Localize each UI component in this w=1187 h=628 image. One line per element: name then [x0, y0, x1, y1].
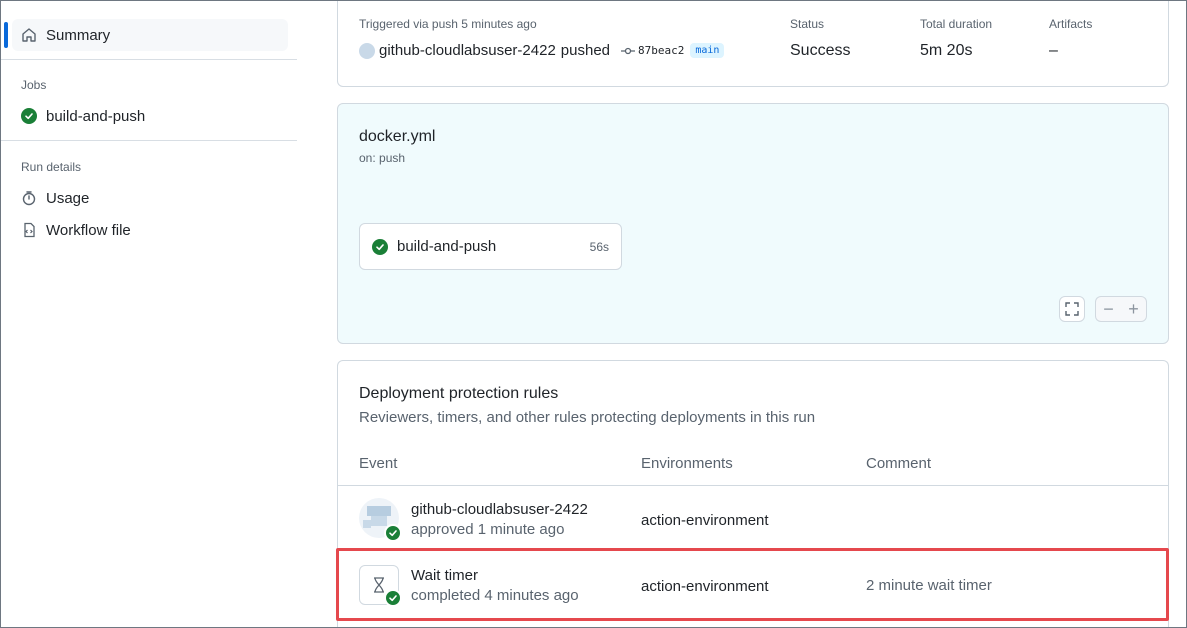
jobs-heading: Jobs	[21, 78, 47, 92]
table-row: github-cloudlabsuser-2422 approved 1 min…	[338, 486, 1168, 548]
sidebar-item-label: Summary	[46, 26, 111, 44]
column-header-comment: Comment	[866, 455, 932, 472]
section-title: Deployment protection rules	[359, 385, 559, 402]
run-details-heading: Run details	[21, 160, 82, 174]
job-duration: 56s	[589, 239, 609, 254]
sidebar-item-usage[interactable]: Usage	[12, 182, 288, 214]
artifacts-label: Artifacts	[1049, 17, 1093, 31]
run-summary-card: Triggered via push 5 minutes ago github-…	[337, 0, 1169, 87]
artifacts-value: –	[1049, 42, 1058, 59]
action-text: pushed	[560, 42, 611, 59]
column-header-environments: Environments	[641, 455, 733, 472]
highlight-box	[336, 548, 1169, 621]
divider	[0, 59, 297, 60]
workflow-trigger: on: push	[359, 151, 406, 165]
workflow-graph-card: docker.yml on: push build-and-push 56s −…	[337, 103, 1169, 344]
sidebar-item-label: Usage	[46, 189, 90, 207]
column-header-event: Event	[359, 455, 398, 472]
divider	[0, 140, 297, 141]
sidebar: Summary Jobs build-and-push Run details …	[0, 0, 297, 628]
sidebar-item-workflow-file[interactable]: Workflow file	[12, 214, 288, 246]
event-detail: approved 1 minute ago	[411, 521, 565, 538]
status-label: Status	[790, 17, 825, 31]
reviewer-name[interactable]: github-cloudlabsuser-2422	[411, 501, 588, 518]
section-subtitle: Reviewers, timers, and other rules prote…	[359, 409, 816, 426]
job-node[interactable]: build-and-push 56s	[359, 223, 622, 270]
home-icon	[20, 26, 38, 44]
trigger-text: Triggered via push 5 minutes ago	[359, 17, 537, 31]
branch-badge[interactable]: main	[690, 43, 725, 58]
zoom-in-button[interactable]: +	[1121, 296, 1147, 322]
file-code-icon	[20, 221, 38, 239]
sidebar-item-summary[interactable]: Summary	[12, 19, 288, 51]
duration-label: Total duration	[920, 17, 993, 31]
zoom-out-button[interactable]: −	[1095, 296, 1121, 322]
sidebar-item-label: Workflow file	[46, 221, 131, 239]
success-check-icon	[384, 524, 402, 542]
minus-icon: −	[1103, 298, 1114, 319]
sidebar-item-job[interactable]: build-and-push	[12, 100, 288, 132]
duration-value: 5m 20s	[920, 42, 973, 59]
expand-icon	[1065, 302, 1079, 316]
actor-link[interactable]: github-cloudlabsuser-2422	[379, 42, 556, 59]
success-check-icon	[20, 107, 38, 125]
job-name: build-and-push	[397, 238, 497, 255]
status-value: Success	[790, 42, 851, 59]
push-info: github-cloudlabsuser-2422 pushed 87beac2…	[359, 42, 725, 59]
success-check-icon	[372, 238, 388, 255]
sidebar-item-label: build-and-push	[46, 107, 146, 125]
plus-icon: +	[1128, 298, 1139, 319]
stopwatch-icon	[20, 189, 38, 207]
workflow-file-name: docker.yml	[359, 128, 436, 145]
active-indicator	[4, 22, 8, 48]
fullscreen-button[interactable]	[1059, 296, 1085, 322]
avatar[interactable]	[359, 42, 375, 59]
environment-name: action-environment	[641, 512, 769, 529]
commit-sha[interactable]: 87beac2	[638, 44, 684, 57]
commit-icon	[620, 46, 636, 56]
